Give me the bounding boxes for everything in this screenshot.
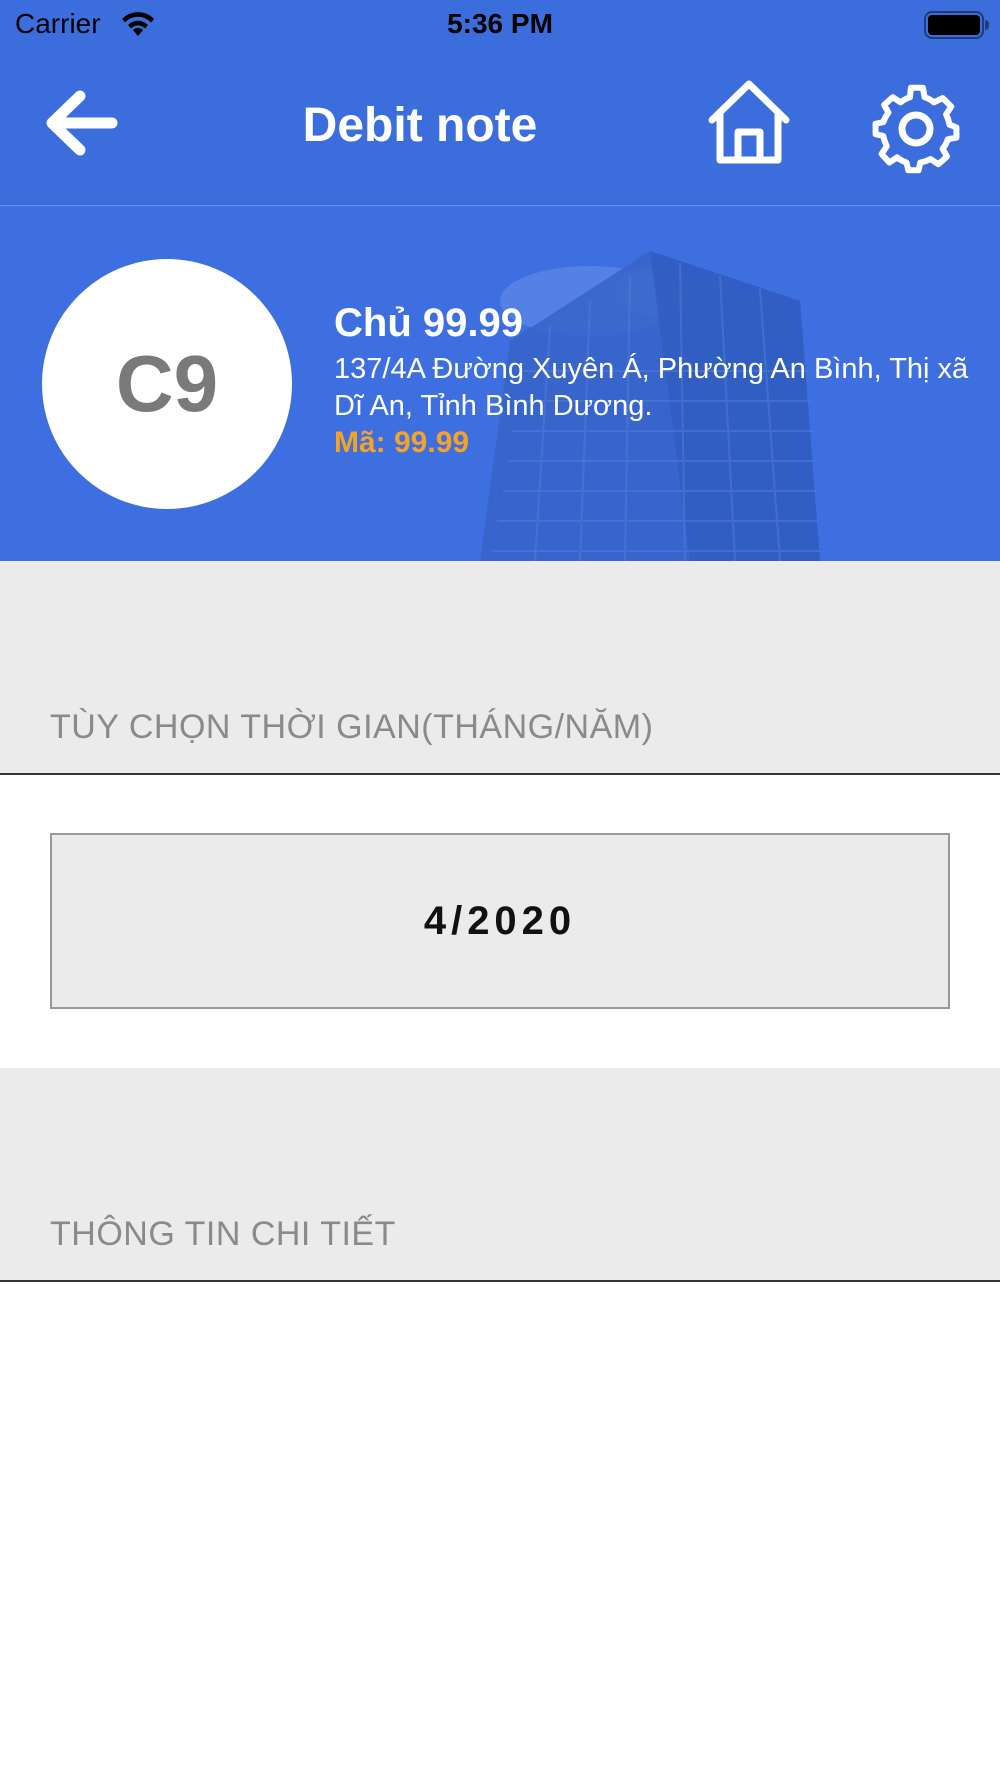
section-header-details: THÔNG TIN CHI TIẾT (0, 1068, 1000, 1282)
section-header-time-option: TÙY CHỌN THỜI GIAN(THÁNG/NĂM) (0, 561, 1000, 775)
debit-note-screen: Carrier 5:36 PM Debit note C9 Chủ 99.99 … (0, 0, 1000, 1778)
customer-code: Mã: 99.99 (334, 426, 470, 459)
date-picker-area: 4/2020 (0, 775, 1000, 1068)
detail-content (0, 1282, 1000, 1778)
month-year-value: 4/2020 (423, 898, 577, 943)
section-label-details: THÔNG TIN CHI TIẾT (50, 1215, 396, 1253)
arrow-left-icon[interactable] (44, 90, 118, 156)
avatar: C9 (42, 259, 292, 509)
page-title: Debit note (302, 99, 538, 152)
status-bar: Carrier 5:36 PM (0, 0, 1000, 50)
status-time: 5:36 PM (447, 8, 553, 39)
avatar-initials: C9 (115, 339, 219, 428)
month-year-picker-button[interactable]: 4/2020 (50, 833, 950, 1009)
battery-icon (924, 11, 989, 39)
top-bar: Carrier 5:36 PM Debit note (0, 0, 1000, 206)
profile-info: Chủ 99.99 137/4A Đường Xuyên Á, Phường A… (334, 301, 1000, 461)
navigation-bar: Debit note (0, 60, 1000, 205)
customer-name: Chủ 99.99 (334, 301, 523, 345)
profile-header: C9 Chủ 99.99 137/4A Đường Xuyên Á, Phườn… (0, 206, 1000, 561)
gear-icon[interactable] (868, 82, 964, 176)
customer-address: 137/4A Đường Xuyên Á, Phường An Bình, Th… (334, 353, 969, 422)
section-label-time-option: TÙY CHỌN THỜI GIAN(THÁNG/NĂM) (50, 708, 654, 746)
home-icon[interactable] (708, 80, 790, 164)
